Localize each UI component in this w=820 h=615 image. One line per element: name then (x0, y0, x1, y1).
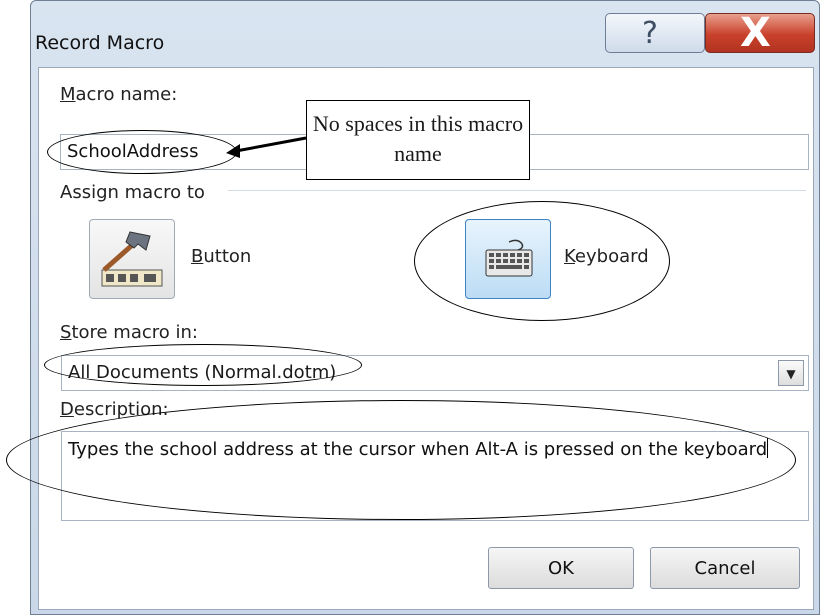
keyboard-icon (485, 239, 533, 277)
description-text: Types the school address at the cursor w… (68, 439, 768, 460)
annotation-callout: No spaces in this macro name (306, 100, 530, 180)
assign-keyboard-button[interactable] (465, 219, 551, 299)
assign-divider (228, 190, 806, 191)
assign-macro-label: Assign macro to (60, 182, 205, 203)
chevron-down-icon[interactable]: ▼ (778, 360, 804, 386)
ok-button[interactable]: OK (488, 547, 634, 589)
macro-name-label: Macro name: (60, 84, 178, 105)
assign-button-button[interactable] (89, 219, 175, 299)
store-macro-select[interactable]: All Documents (Normal.dotm) ▼ (61, 355, 809, 391)
description-rest: escription: (73, 399, 169, 420)
macro-name-label-rest: acro name: (75, 84, 178, 105)
close-icon: X (740, 10, 771, 56)
description-label: Description: (60, 399, 169, 420)
keyboard-option-label: Keyboard (564, 246, 649, 267)
button-option-label: Button (191, 246, 252, 267)
description-textarea[interactable]: Types the school address at the cursor w… (61, 431, 809, 521)
button-option-rest: utton (203, 246, 252, 267)
keyboard-option-rest: eyboard (574, 246, 649, 267)
store-macro-label: Store macro in: (60, 322, 198, 343)
hammer-toolbar-icon (101, 231, 163, 287)
store-macro-rest: tore macro in: (71, 322, 198, 343)
store-macro-value: All Documents (Normal.dotm) (68, 362, 337, 383)
cancel-button[interactable]: Cancel (650, 547, 800, 589)
help-icon: ? (642, 16, 658, 51)
help-button[interactable]: ? (605, 13, 705, 53)
dialog-title: Record Macro (35, 32, 165, 54)
text-caret (767, 438, 769, 458)
record-macro-dialog: Record Macro ? X Macro name: SchoolAddre… (30, 0, 820, 615)
close-button[interactable]: X (705, 10, 815, 56)
